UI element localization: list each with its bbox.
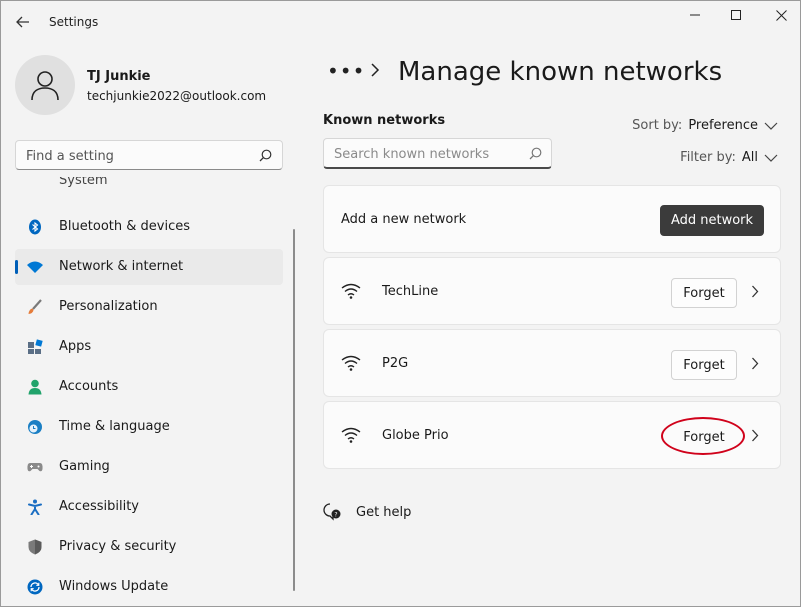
network-row-techline[interactable]: TechLine Forget	[323, 257, 781, 325]
sidebar-nav: System Bluetooth & devices Network & int…	[15, 177, 283, 606]
get-help-link[interactable]: ? Get help	[323, 503, 411, 521]
avatar[interactable]	[15, 55, 75, 115]
sidebar-item-personalization[interactable]: Personalization	[15, 289, 283, 325]
search-icon	[529, 147, 542, 160]
back-button[interactable]	[11, 11, 35, 33]
sort-prefix: Sort by:	[632, 118, 683, 133]
chevron-right-icon	[752, 285, 759, 298]
sidebar-item-label: Network & internet	[59, 259, 184, 274]
sidebar-item-accounts[interactable]: Accounts	[15, 369, 283, 405]
bluetooth-icon	[29, 219, 41, 235]
back-arrow-icon	[16, 16, 29, 28]
find-setting-box	[15, 140, 283, 170]
sidebar-item-label: Apps	[59, 339, 92, 354]
chevron-down-icon	[764, 154, 778, 162]
sidebar-item-label: Accessibility	[59, 499, 139, 514]
chevron-right-icon	[752, 429, 759, 442]
brush-icon	[28, 299, 42, 314]
sort-value: Preference	[688, 118, 758, 133]
close-icon	[775, 9, 787, 21]
sidebar-item-windows-update[interactable]: Windows Update	[15, 569, 283, 605]
wifi-icon	[341, 283, 361, 299]
forget-button[interactable]: Forget	[671, 278, 737, 308]
sort-dropdown[interactable]: Sort by: Preference	[632, 118, 778, 133]
search-icon	[259, 149, 272, 162]
sidebar-item-label: Accounts	[59, 379, 119, 394]
maximize-button[interactable]	[722, 5, 750, 25]
sidebar-item-label: Gaming	[59, 459, 110, 474]
add-network-label: Add a new network	[341, 212, 467, 227]
user-email: techjunkie2022@outlook.com	[87, 89, 267, 103]
title-bar: Settings	[1, 1, 800, 45]
sidebar-item-label: Bluetooth & devices	[59, 219, 190, 234]
breadcrumb-overflow[interactable]: •••	[327, 59, 365, 83]
chevron-right-icon	[752, 357, 759, 370]
accessibility-icon	[28, 499, 42, 515]
network-row-p2g[interactable]: P2G Forget	[323, 329, 781, 397]
sidebar-item-label: Windows Update	[59, 579, 169, 594]
filter-prefix: Filter by:	[680, 150, 736, 165]
add-network-card: Add a new network Add network	[323, 185, 781, 253]
help-chat-icon: ?	[323, 503, 341, 521]
network-row-globe-prio[interactable]: Globe Prio Forget	[323, 401, 781, 469]
get-help-label: Get help	[356, 505, 412, 520]
minimize-button[interactable]	[681, 5, 709, 25]
filter-value: All	[741, 150, 758, 165]
known-networks-search-input[interactable]	[334, 144, 519, 164]
sidebar-item-bluetooth[interactable]: Bluetooth & devices	[15, 209, 283, 245]
person-icon	[31, 71, 59, 101]
chevron-down-icon	[764, 122, 778, 130]
add-network-button[interactable]: Add network	[660, 205, 764, 236]
sidebar-item-label: Time & language	[59, 419, 170, 434]
close-button[interactable]	[767, 5, 795, 25]
wifi-icon	[27, 261, 43, 273]
sidebar-scrollbar[interactable]	[293, 229, 295, 591]
known-networks-label: Known networks	[323, 113, 446, 128]
sidebar-item-network[interactable]: Network & internet	[15, 249, 283, 285]
selection-indicator	[15, 260, 18, 274]
minimize-icon	[690, 14, 700, 16]
sidebar-item-time-language[interactable]: Time & language	[15, 409, 283, 445]
sidebar-item-accessibility[interactable]: Accessibility	[15, 489, 283, 525]
sidebar-item-system-partial[interactable]: System	[59, 177, 107, 188]
wifi-icon	[341, 355, 361, 371]
user-name: TJ Junkie	[87, 69, 151, 84]
forget-button[interactable]: Forget	[671, 350, 737, 380]
shield-icon	[28, 539, 42, 555]
update-icon	[27, 579, 43, 595]
sidebar-item-gaming[interactable]: Gaming	[15, 449, 283, 485]
sidebar-item-privacy[interactable]: Privacy & security	[15, 529, 283, 565]
network-ssid: Globe Prio	[382, 428, 449, 443]
filter-dropdown[interactable]: Filter by: All	[680, 150, 778, 165]
app-title: Settings	[49, 15, 99, 29]
sidebar-item-label: Privacy & security	[59, 539, 177, 554]
network-ssid: P2G	[382, 356, 409, 371]
gamepad-icon	[27, 463, 43, 472]
sidebar-item-apps[interactable]: Apps	[15, 329, 283, 365]
find-setting-input[interactable]	[26, 146, 251, 166]
sidebar-item-label: Personalization	[59, 299, 158, 314]
globe-clock-icon	[28, 420, 42, 434]
person-icon	[28, 379, 42, 395]
settings-window: Settings TJ Junkie techjunkie2022@outloo…	[0, 0, 801, 607]
network-ssid: TechLine	[382, 284, 439, 299]
chevron-right-icon	[371, 63, 380, 77]
apps-icon	[28, 339, 43, 354]
svg-text:?: ?	[334, 512, 337, 519]
forget-button[interactable]: Forget	[671, 422, 737, 452]
page-title: Manage known networks	[398, 57, 723, 87]
known-networks-search-box	[323, 138, 552, 169]
maximize-icon	[731, 10, 741, 20]
wifi-icon	[341, 427, 361, 443]
